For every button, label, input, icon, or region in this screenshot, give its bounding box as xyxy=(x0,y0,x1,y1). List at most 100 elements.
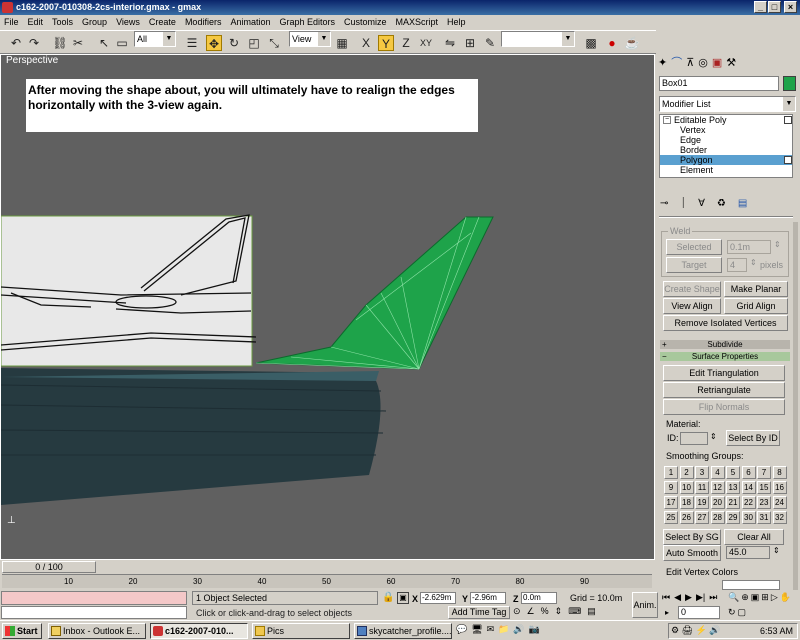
time-slider[interactable]: 0 / 100 xyxy=(2,561,96,573)
utilities-tab-icon[interactable]: ⚒ xyxy=(726,55,736,73)
redo-icon[interactable]: ↷ xyxy=(26,35,42,51)
smoothing-group-button[interactable]: 24 xyxy=(772,496,787,509)
make-planar-button[interactable]: Make Planar xyxy=(724,281,788,297)
material-id-spinner[interactable] xyxy=(680,432,708,445)
hierarchy-tab-icon[interactable]: ⊼ xyxy=(686,55,694,73)
tray-icon[interactable]: 📁 xyxy=(498,624,509,638)
stack-toggle-icon[interactable]: − xyxy=(663,116,671,124)
modify-tab-icon[interactable]: ⌒ xyxy=(671,55,682,73)
spinner-arrows-icon[interactable]: ⇕ xyxy=(710,432,717,441)
smoothing-group-button[interactable]: 5 xyxy=(726,466,740,479)
smoothing-group-button[interactable]: 7 xyxy=(757,466,771,479)
clear-all-button[interactable]: Clear All xyxy=(724,529,784,545)
stack-item-editable-poly[interactable]: Editable Poly − xyxy=(660,115,792,125)
smoothing-group-button[interactable]: 15 xyxy=(757,481,771,494)
subdivide-rollout[interactable]: + Subdivide xyxy=(660,340,790,349)
weld-selected-spinner[interactable]: 0.1m xyxy=(727,240,771,254)
tray-icon[interactable]: 🖥 xyxy=(471,624,482,638)
smoothing-group-button[interactable]: 18 xyxy=(679,496,694,509)
mirror-icon[interactable]: ⇋ xyxy=(442,35,458,51)
menu-graph-editors[interactable]: Graph Editors xyxy=(279,15,335,29)
align-icon[interactable]: ⊞ xyxy=(462,35,478,51)
close-button[interactable]: × xyxy=(784,1,797,13)
smoothing-group-button[interactable]: 19 xyxy=(695,496,709,509)
edit-triangulation-button[interactable]: Edit Triangulation xyxy=(663,365,785,381)
remove-modifier-icon[interactable]: ♻ xyxy=(717,198,726,212)
smoothing-group-button[interactable]: 22 xyxy=(741,496,756,509)
y-coord-field[interactable]: -2.96m xyxy=(470,592,506,604)
menu-maxscript[interactable]: MAXScript xyxy=(396,15,439,29)
retriangulate-button[interactable]: Retriangulate xyxy=(663,382,785,398)
menu-help[interactable]: Help xyxy=(447,15,466,29)
spinner-snap-icon[interactable]: ⇕ xyxy=(555,606,563,619)
smoothing-group-button[interactable]: 12 xyxy=(710,481,725,494)
view-align-button[interactable]: View Align xyxy=(663,298,721,314)
smoothing-group-button[interactable]: 13 xyxy=(726,481,740,494)
smoothing-group-button[interactable]: 26 xyxy=(679,511,694,524)
menu-views[interactable]: Views xyxy=(116,15,140,29)
start-button[interactable]: Start xyxy=(2,623,42,639)
smoothing-group-button[interactable]: 16 xyxy=(772,481,787,494)
stack-box-icon[interactable] xyxy=(784,116,792,124)
object-color-swatch[interactable] xyxy=(783,76,796,91)
maxscript-listener-field[interactable] xyxy=(1,591,187,605)
configure-sets-icon[interactable]: ▤ xyxy=(738,198,747,212)
smoothing-group-button[interactable]: 21 xyxy=(726,496,740,509)
spinner-arrows-icon[interactable]: ⇕ xyxy=(774,240,781,249)
task-skycatcher[interactable]: skycatcher_profile.... xyxy=(354,623,452,639)
edit-named-icon[interactable]: ▤ xyxy=(587,606,596,619)
key-mode-icon[interactable]: ▸ xyxy=(665,608,669,617)
squash-icon[interactable]: ⤡ xyxy=(266,35,282,51)
play-icon[interactable]: ▶ xyxy=(685,592,692,605)
make-unique-icon[interactable]: ∀ xyxy=(698,198,705,212)
smoothing-group-button[interactable]: 1 xyxy=(664,466,678,479)
perspective-viewport[interactable]: Perspective After moving the shape about… xyxy=(0,54,655,560)
stack-box-icon[interactable] xyxy=(784,156,792,164)
stack-item-polygon[interactable]: Polygon xyxy=(660,155,792,165)
snap-icon[interactable]: ⊙ xyxy=(513,606,521,619)
keyboard-shortcut-icon[interactable]: ⌨ xyxy=(568,606,581,619)
fov-icon[interactable]: ▷ xyxy=(771,592,778,605)
zoom-all-icon[interactable]: ⊕ xyxy=(741,592,749,605)
zoom-extents-icon[interactable]: ▣ xyxy=(751,592,760,605)
weld-target-button[interactable]: Target xyxy=(666,257,722,273)
prev-frame-icon[interactable]: ◀ xyxy=(674,592,681,605)
smoothing-group-button[interactable]: 11 xyxy=(695,481,709,494)
menu-create[interactable]: Create xyxy=(149,15,176,29)
weld-selected-button[interactable]: Selected xyxy=(666,239,722,255)
stack-item-edge[interactable]: Edge xyxy=(660,135,792,145)
move-icon[interactable]: ✥ xyxy=(206,35,222,51)
goto-start-icon[interactable]: ⏮ xyxy=(662,592,670,605)
menu-tools[interactable]: Tools xyxy=(52,15,73,29)
flip-normals-button[interactable]: Flip Normals xyxy=(663,399,785,415)
smoothing-group-button[interactable]: 10 xyxy=(679,481,694,494)
pan-icon[interactable]: ✋ xyxy=(780,592,791,605)
create-shape-button[interactable]: Create Shape xyxy=(663,281,721,297)
smoothing-group-button[interactable]: 20 xyxy=(710,496,725,509)
axis-xy-icon[interactable]: XY xyxy=(418,35,434,51)
reference-coord-dropdown[interactable]: View ▼ xyxy=(289,31,331,47)
select-by-sg-button[interactable]: Select By SG xyxy=(663,529,721,545)
smoothing-group-button[interactable]: 17 xyxy=(664,496,678,509)
tray-icon[interactable]: ✉ xyxy=(487,624,495,638)
maximize-viewport-icon[interactable]: ▢ xyxy=(738,607,747,620)
zoom-extents-all-icon[interactable]: ⊞ xyxy=(761,592,769,605)
unlink-icon[interactable]: ✂ xyxy=(70,35,86,51)
quick-render-icon[interactable]: ☕ xyxy=(624,35,640,51)
named-selection-icon[interactable]: ✎ xyxy=(482,35,498,51)
smoothing-group-button[interactable]: 32 xyxy=(772,511,787,524)
smoothing-group-button[interactable]: 23 xyxy=(757,496,771,509)
stack-item-vertex[interactable]: Vertex xyxy=(660,125,792,135)
undo-icon[interactable]: ↶ xyxy=(8,35,24,51)
tray-icon[interactable]: 🔊 xyxy=(513,624,524,638)
region-select-icon[interactable]: ▭ xyxy=(114,35,130,51)
show-end-result-icon[interactable]: ⏐ xyxy=(680,198,686,212)
zoom-icon[interactable]: 🔍 xyxy=(728,592,739,605)
smoothing-group-button[interactable]: 9 xyxy=(664,481,678,494)
scale-icon[interactable]: ◰ xyxy=(246,35,262,51)
stack-item-element[interactable]: Element xyxy=(660,165,792,175)
goto-end-icon[interactable]: ⏭ xyxy=(709,592,717,605)
select-icon[interactable]: ↖ xyxy=(96,35,112,51)
anim-mode-button[interactable]: Anim. xyxy=(632,592,658,618)
surface-properties-rollout[interactable]: − Surface Properties xyxy=(660,352,790,361)
